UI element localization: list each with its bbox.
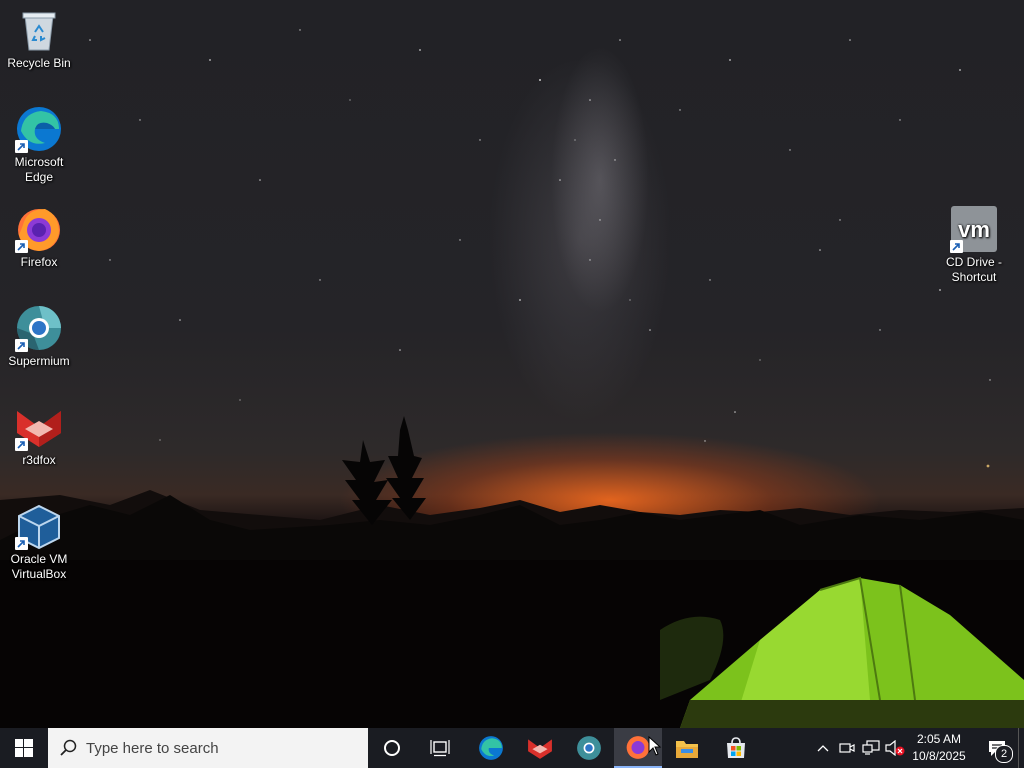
file-explorer-icon [676,741,698,758]
supermium-icon [15,304,63,352]
clock-time: 2:05 AM [916,732,962,746]
r3dfox-icon [15,403,63,451]
r3dfox-label: r3dfox [22,453,56,467]
firefox-label: Firefox [20,255,58,269]
volume-muted-icon [885,740,905,756]
desktop-wallpaper [0,0,1024,728]
virtualbox-icon [15,502,63,550]
vm-cd-drive-icon: vm [950,205,998,253]
svg-text:vm: vm [958,217,990,242]
task-view-button[interactable] [416,728,464,768]
oracle-vm-virtualbox-label: Oracle VM VirtualBox [10,552,68,581]
taskbar-search-box[interactable]: Type here to search [48,728,368,768]
shortcut-arrow-icon [15,240,28,253]
shortcut-arrow-icon [15,438,28,451]
network-icon [862,740,880,755]
recycle-bin-label: Recycle Bin [7,56,71,70]
desktop-icon-microsoft-edge[interactable]: Microsoft Edge [1,105,77,185]
show-hidden-icons-button[interactable] [812,728,834,768]
taskbar-edge[interactable] [467,728,515,768]
meet-now-icon [839,743,855,753]
show-desktop-button[interactable] [1018,728,1024,768]
mouse-cursor-icon [648,736,662,756]
search-placeholder: Type here to search [86,739,219,757]
clock[interactable]: 2:05 AM 10/8/2025 [906,728,972,768]
cd-drive-shortcut-label: CD Drive - Shortcut [946,255,1002,284]
tray-volume[interactable] [884,728,906,768]
desktop-icon-cd-drive-shortcut[interactable]: vm CD Drive - Shortcut [936,205,1012,285]
action-center-button[interactable]: 2 [978,728,1016,768]
cortana-circle-icon [384,740,400,756]
clock-date: 10/8/2025 [912,749,966,763]
tray-meet-now[interactable] [836,728,858,768]
taskbar-supermium[interactable] [565,728,613,768]
shortcut-arrow-icon [950,240,963,253]
start-button[interactable] [0,728,48,768]
taskbar: Type here to search 2:05 AM 10/8/2025 2 [0,728,1024,768]
recycle-bin-icon [15,6,63,54]
desktop-icon-recycle-bin[interactable]: Recycle Bin [1,6,77,71]
shortcut-arrow-icon [15,537,28,550]
supermium-label: Supermium [8,354,70,368]
shortcut-arrow-icon [15,140,28,153]
microsoft-store-icon [727,737,745,758]
firefox-icon [15,205,63,253]
taskbar-microsoft-store[interactable] [712,728,760,768]
task-view-icon [430,740,450,757]
taskbar-r3dfox[interactable] [516,728,564,768]
microsoft-edge-label: Microsoft Edge [14,155,64,184]
supermium-icon [577,736,601,760]
edge-icon [479,736,503,760]
desktop-icon-supermium[interactable]: Supermium [1,304,77,369]
search-icon [60,739,77,756]
desktop-icon-r3dfox[interactable]: r3dfox [1,403,77,468]
shortcut-arrow-icon [15,339,28,352]
r3dfox-icon [528,739,552,759]
notification-count-badge: 2 [995,745,1013,763]
taskbar-file-explorer[interactable] [663,728,711,768]
chevron-up-icon [817,745,829,752]
windows-logo-icon [15,739,33,757]
mountain-landscape [0,416,1024,728]
cortana-button[interactable] [368,728,416,768]
tray-network[interactable] [860,728,882,768]
edge-icon [15,105,63,153]
desktop-icon-oracle-vm-virtualbox[interactable]: Oracle VM VirtualBox [1,502,77,582]
desktop-icon-firefox[interactable]: Firefox [1,205,77,270]
